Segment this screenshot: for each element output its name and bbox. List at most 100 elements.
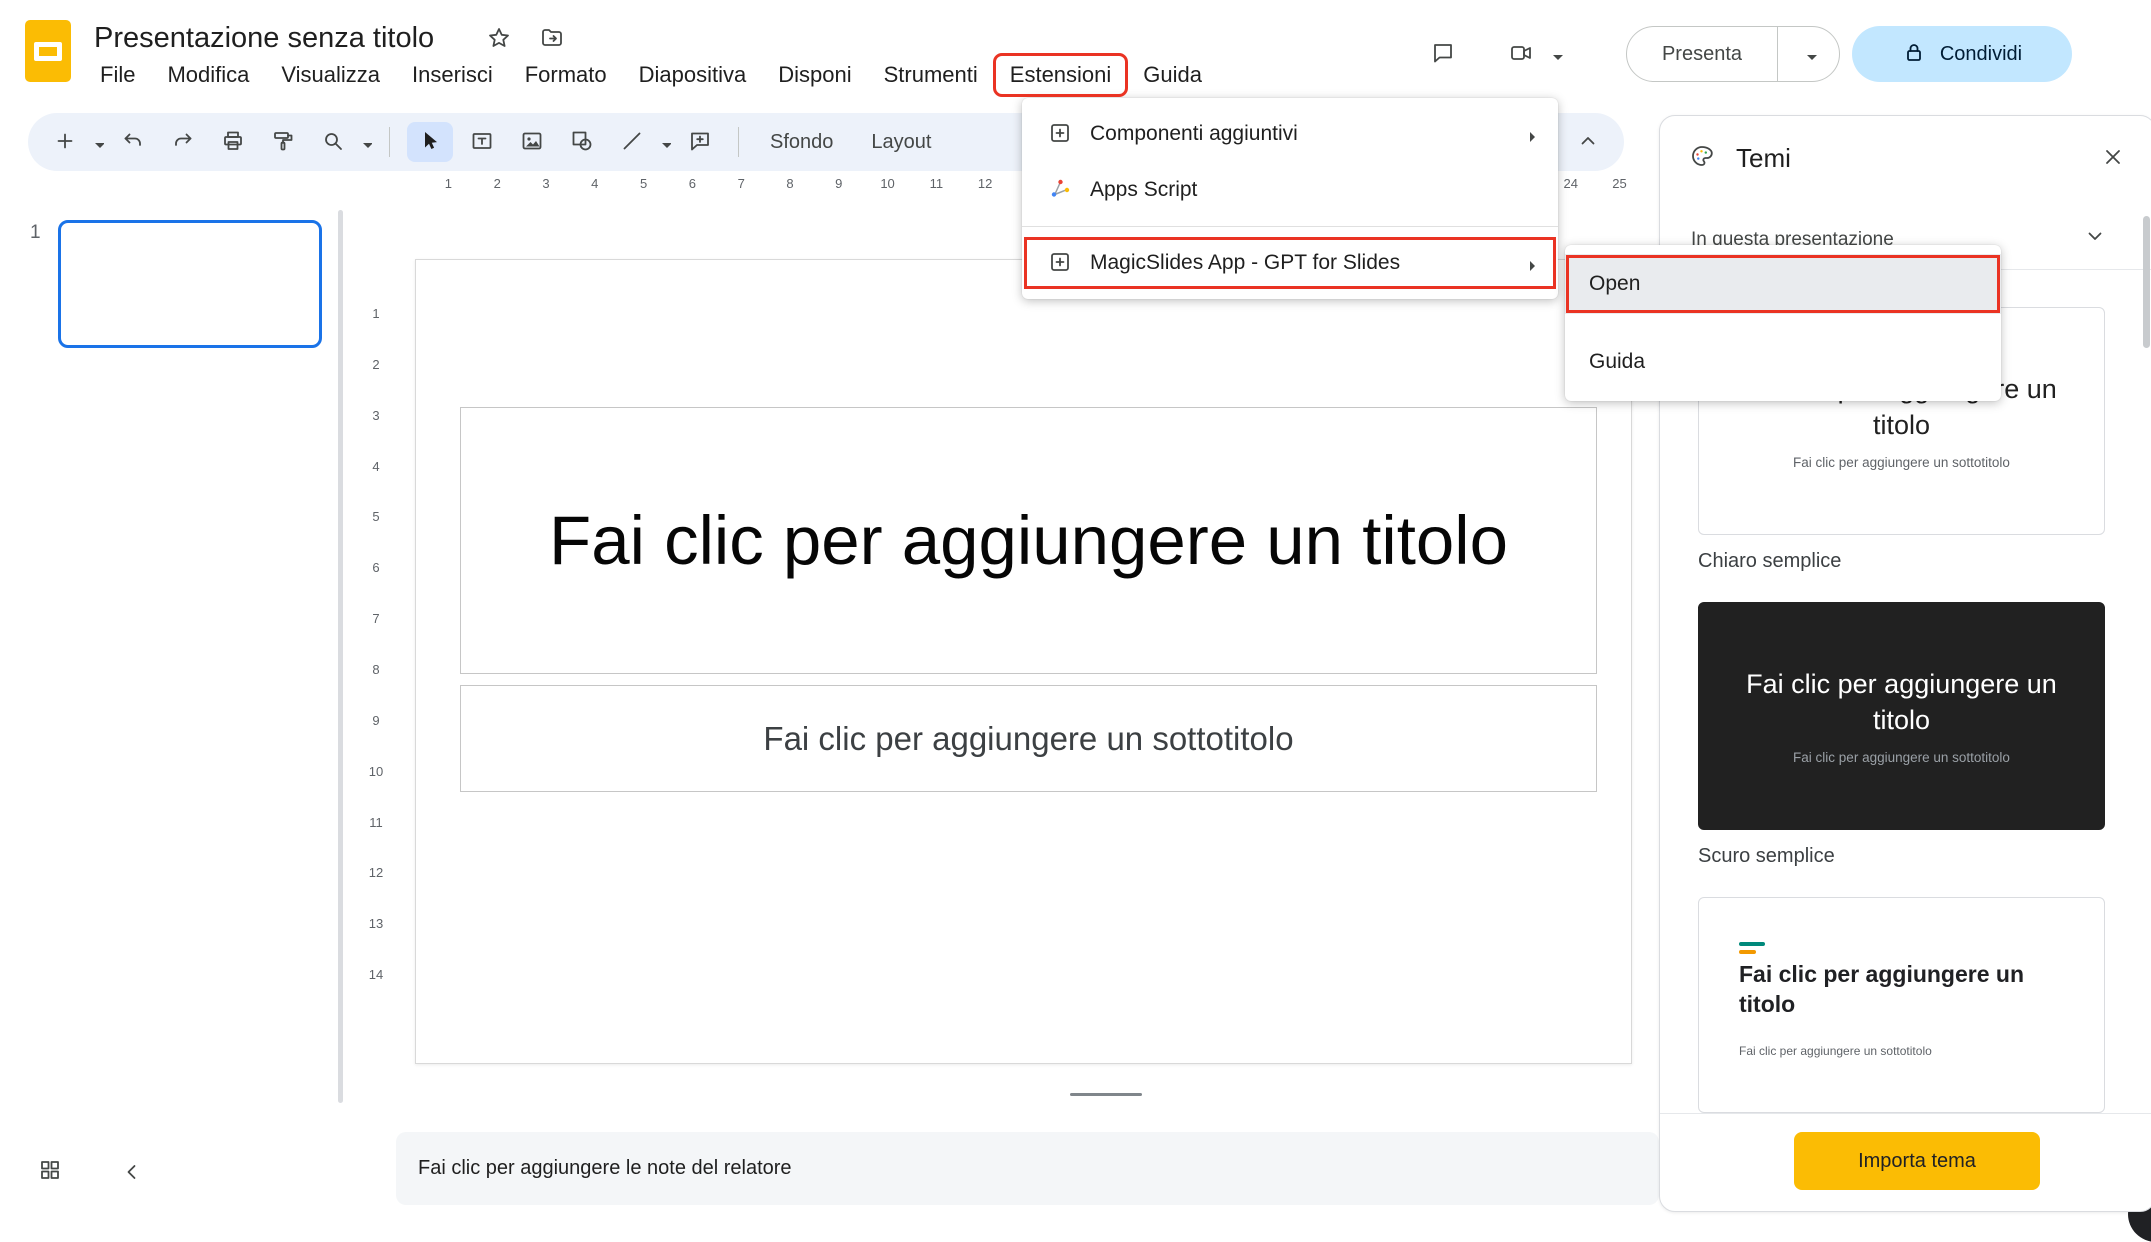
notes-resize-handle[interactable] — [1070, 1093, 1142, 1096]
ruler-number: 3 — [522, 176, 571, 196]
slides-logo-icon[interactable] — [25, 20, 71, 87]
print-button[interactable] — [214, 122, 254, 162]
insert-comment-button[interactable] — [681, 122, 721, 162]
menu-item[interactable]: Formato — [509, 54, 623, 96]
import-theme-button[interactable]: Importa tema — [1794, 1132, 2040, 1190]
menu-item[interactable]: Estensioni — [994, 54, 1128, 96]
ruler-number: 2 — [473, 176, 522, 196]
meet-present-button[interactable] — [1498, 30, 1564, 78]
select-tool-button[interactable] — [407, 122, 453, 162]
line-options-button[interactable] — [655, 122, 671, 162]
insert-line-button[interactable] — [613, 122, 653, 162]
title-placeholder[interactable]: Fai clic per aggiungere un titolo — [460, 407, 1597, 674]
zoom-button[interactable] — [314, 122, 354, 162]
document-title[interactable]: Presentazione senza titolo — [94, 22, 434, 55]
text-box-button[interactable] — [463, 122, 503, 162]
grid-view-button[interactable] — [38, 1158, 68, 1188]
ruler-number: 14 — [364, 949, 388, 1000]
theme-card-accent[interactable]: Fai clic per aggiungere un titolo Fai cl… — [1698, 897, 2105, 1113]
apps-script-icon — [1048, 177, 1074, 203]
menu-item-magicslides[interactable]: MagicSlides App - GPT for Slides — [1022, 235, 1558, 291]
ruler-number: 4 — [570, 176, 619, 196]
slide-number: 1 — [30, 222, 41, 244]
theme-preview-title: Fai clic per aggiungere un titolo — [1727, 667, 2075, 737]
title-placeholder-text: Fai clic per aggiungere un titolo — [549, 493, 1508, 588]
line-icon — [620, 129, 646, 155]
submenu-item-open[interactable]: Open — [1565, 254, 2001, 314]
menu-bar: File Modifica Visualizza Inserisci Forma… — [84, 54, 1218, 96]
new-slide-button[interactable] — [46, 122, 86, 162]
menu-item[interactable]: Inserisci — [396, 54, 509, 96]
filmstrip-scrollbar[interactable] — [338, 210, 343, 1103]
lock-icon — [1902, 41, 1928, 67]
chevron-up-icon — [1576, 129, 1602, 155]
slide-canvas[interactable]: Fai clic per aggiungere un titolo Fai cl… — [415, 259, 1632, 1064]
vertical-ruler: 1234567891011121314 — [364, 288, 388, 1000]
star-icon[interactable] — [487, 26, 513, 52]
ruler-number: 9 — [814, 176, 863, 196]
menu-item[interactable]: Visualizza — [265, 54, 396, 96]
redo-button[interactable] — [164, 122, 204, 162]
insert-shape-button[interactable] — [563, 122, 603, 162]
comment-add-icon — [688, 129, 714, 155]
comments-button[interactable] — [1420, 30, 1468, 78]
ruler-number: 12 — [961, 176, 1010, 196]
theme-name: Chiaro semplice — [1698, 550, 1841, 573]
menu-item-add-ons[interactable]: Componenti aggiuntivi — [1022, 106, 1558, 162]
ruler-number: 25 — [1595, 176, 1644, 196]
accent-dash-teal — [1739, 942, 1765, 946]
undo-button[interactable] — [114, 122, 154, 162]
theme-preview-subtitle: Fai clic per aggiungere un sottotitolo — [1793, 455, 2010, 470]
caret-right-icon — [1520, 125, 1538, 143]
panel-scrollbar[interactable] — [2143, 216, 2150, 348]
menu-item[interactable]: Modifica — [151, 54, 265, 96]
videocam-icon — [1509, 41, 1535, 67]
ruler-number: 1 — [424, 176, 473, 196]
theme-preview-subtitle: Fai clic per aggiungere un sottotitolo — [1793, 750, 2010, 765]
caret-down-icon — [356, 133, 372, 151]
cursor-icon — [417, 129, 443, 155]
share-button[interactable]: Condividi — [1852, 26, 2072, 82]
zoom-options-button[interactable] — [356, 122, 372, 162]
collapse-section-button[interactable] — [2083, 224, 2109, 250]
menu-item-apps-script[interactable]: Apps Script — [1022, 162, 1558, 218]
collapse-filmstrip-button[interactable] — [120, 1160, 146, 1186]
palette-icon — [1690, 144, 1720, 174]
share-button-label: Condividi — [1940, 43, 2022, 66]
shape-icon — [570, 129, 596, 155]
menu-item[interactable]: Disponi — [762, 54, 867, 96]
ruler-number: 7 — [364, 593, 388, 644]
toolbar-separator — [389, 127, 390, 157]
magicslides-submenu: Open Guida — [1565, 245, 2001, 401]
insert-image-button[interactable] — [513, 122, 553, 162]
layout-button[interactable]: Layout — [857, 131, 945, 154]
submenu-item-help[interactable]: Guida — [1565, 332, 2001, 392]
menu-item[interactable]: Diapositiva — [623, 54, 763, 96]
menu-item[interactable]: Guida — [1127, 54, 1218, 96]
slide-thumbnail[interactable] — [58, 220, 322, 348]
present-options-button[interactable] — [1777, 27, 1839, 81]
menu-item[interactable]: File — [84, 54, 151, 96]
background-button[interactable]: Sfondo — [756, 131, 847, 154]
image-icon — [520, 129, 546, 155]
menu-item[interactable]: Strumenti — [868, 54, 994, 96]
comment-icon — [1431, 41, 1457, 67]
ruler-number: 13 — [364, 898, 388, 949]
theme-preview-title: Fai clic per aggiungere un titolo — [1739, 960, 2059, 1020]
accent-dash-orange — [1739, 950, 1756, 954]
subtitle-placeholder[interactable]: Fai clic per aggiungere un sottotitolo — [460, 685, 1597, 792]
present-button[interactable]: Presenta — [1627, 27, 1777, 81]
menu-item-label: MagicSlides App - GPT for Slides — [1090, 251, 1520, 275]
theme-card-dark[interactable]: Fai clic per aggiungere un titolo Fai cl… — [1698, 602, 2105, 830]
move-folder-icon[interactable] — [540, 26, 566, 52]
speaker-notes[interactable]: Fai clic per aggiungere le note del rela… — [396, 1132, 1659, 1205]
speaker-notes-placeholder: Fai clic per aggiungere le note del rela… — [418, 1157, 792, 1180]
new-slide-options-button[interactable] — [88, 122, 104, 162]
hide-menus-button[interactable] — [1576, 129, 1602, 155]
ruler-number: 6 — [364, 542, 388, 593]
chevron-down-icon — [2083, 224, 2109, 250]
close-panel-button[interactable] — [2101, 145, 2127, 171]
caret-down-icon[interactable] — [1546, 45, 1564, 63]
ruler-number: 10 — [863, 176, 912, 196]
paint-format-button[interactable] — [264, 122, 304, 162]
